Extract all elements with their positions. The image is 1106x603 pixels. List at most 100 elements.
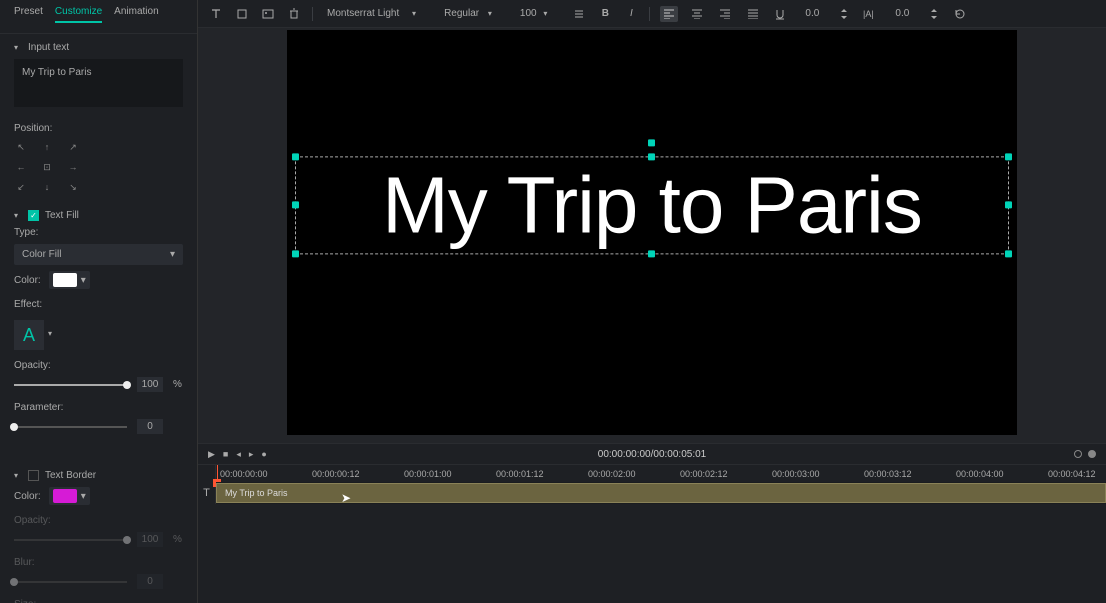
text-fill-label: Text Fill [45,210,79,221]
line-spacing-input[interactable]: 0.0 [888,8,916,19]
time-ruler[interactable]: 00:00:00:00 00:00:00:12 00:00:01:00 00:0… [216,465,1106,482]
text-fill-header[interactable]: ▾ ✓ Text Fill [14,210,183,221]
ruler-tick: 00:00:00:00 [220,469,268,479]
prev-frame-button[interactable]: ◂ [236,449,241,460]
font-size-select[interactable]: 100 ▾ [516,6,561,21]
underline-button[interactable] [772,6,788,22]
border-opacity-slider [14,539,127,541]
canvas-text[interactable]: My Trip to Paris [296,157,1008,253]
pos-top-left[interactable]: ↖ [14,140,28,154]
input-text-label: Input text [28,42,69,53]
handle-top-center[interactable] [648,153,655,160]
tab-animation[interactable]: Animation [114,6,158,23]
stop-button[interactable]: ■ [223,449,228,459]
text-border-checkbox[interactable] [28,470,39,481]
align-center-button[interactable] [688,6,706,22]
handle-bot-right[interactable] [1005,250,1012,257]
kerning-icon[interactable]: |A| [862,6,878,22]
text-border-header[interactable]: ▾ Text Border [14,470,183,481]
border-opacity-value: 100 [137,532,163,547]
tab-preset[interactable]: Preset [14,6,43,23]
input-text-header[interactable]: ▾ Input text [14,42,183,53]
bold-button[interactable]: B [597,6,613,22]
font-family-select[interactable]: Montserrat Light ▾ [323,6,430,21]
effect-label: Effect: [14,299,183,310]
handle-top-left[interactable] [292,153,299,160]
border-opacity-label: Opacity: [14,515,183,526]
preview-canvas[interactable]: My Trip to Paris [287,30,1017,435]
ruler-tick: 00:00:04:00 [956,469,1004,479]
marker-button[interactable]: ● [261,449,266,459]
refresh-icon[interactable] [952,6,968,22]
type-label: Type: [14,227,183,238]
parameter-value[interactable]: 0 [137,419,163,434]
pos-mid-left[interactable]: ← [14,160,28,174]
ruler-tick: 00:00:04:12 [1048,469,1096,479]
ruler-tick: 00:00:01:00 [404,469,452,479]
playhead[interactable] [217,465,218,482]
indent-icon[interactable] [571,6,587,22]
handle-mid-left[interactable] [292,201,299,208]
pos-bot-center[interactable]: ↓ [40,180,54,194]
canvas-area: My Trip to Paris [198,28,1106,443]
text-bounding-box[interactable]: My Trip to Paris [295,156,1009,254]
tab-customize[interactable]: Customize [55,6,102,23]
border-color-swatch [53,489,77,503]
opacity-value[interactable]: 100 [137,377,163,392]
fill-color-select[interactable]: ▾ [49,271,90,289]
letter-spacing-input[interactable]: 0.0 [798,8,826,19]
image-icon[interactable] [260,6,276,22]
text-track: T My Trip to Paris ➤ [198,482,1106,504]
ruler-row: 00:00:00:00 00:00:00:12 00:00:01:00 00:0… [198,464,1106,482]
zoom-in-button[interactable] [1088,450,1096,458]
text-clip[interactable]: My Trip to Paris ➤ [216,483,1106,503]
italic-button[interactable]: I [623,6,639,22]
chevron-down-icon: ▾ [543,9,547,18]
ruler-tick: 00:00:03:00 [772,469,820,479]
color-label: Color: [14,275,41,286]
pos-bot-right[interactable]: ↘ [66,180,80,194]
ruler-tick: 00:00:00:12 [312,469,360,479]
handle-top-right[interactable] [1005,153,1012,160]
handle-bot-center[interactable] [648,250,655,257]
pos-bot-left[interactable]: ↙ [14,180,28,194]
svg-text:|A|: |A| [863,9,874,19]
timecode-display: 00:00:00:00/00:00:05:01 [598,449,706,460]
play-button[interactable]: ▶ [208,449,215,460]
input-text-section: ▾ Input text My Trip to Paris [0,34,197,115]
cursor-icon: ➤ [341,491,351,505]
spacing-stepper-icon[interactable] [836,6,852,22]
pos-top-right[interactable]: ↗ [66,140,80,154]
parameter-slider[interactable] [14,426,127,428]
pos-mid-center[interactable]: ⊡ [40,160,54,174]
align-justify-button[interactable] [744,6,762,22]
zoom-out-button[interactable] [1074,450,1082,458]
pos-top-center[interactable]: ↑ [40,140,54,154]
border-color-select[interactable]: ▾ [49,487,90,505]
align-right-button[interactable] [716,6,734,22]
pos-mid-right[interactable]: → [66,160,80,174]
opacity-slider[interactable] [14,384,127,386]
crop-icon[interactable] [234,6,250,22]
text-track-body[interactable]: My Trip to Paris ➤ [216,482,1106,504]
font-weight-select[interactable]: Regular ▾ [440,6,506,21]
effect-preview[interactable]: A [14,320,44,350]
align-left-button[interactable] [660,6,678,22]
handle-rotate[interactable] [648,139,655,146]
parameter-label: Parameter: [14,402,183,413]
handle-mid-right[interactable] [1005,201,1012,208]
input-text-field[interactable]: My Trip to Paris [14,59,183,107]
text-fill-checkbox[interactable]: ✓ [28,210,39,221]
border-color-label: Color: [14,491,41,502]
clip-label: My Trip to Paris [225,488,288,498]
handle-bot-left[interactable] [292,250,299,257]
type-select[interactable]: Color Fill ▾ [14,244,183,265]
delete-icon[interactable] [286,6,302,22]
text-tool-icon[interactable] [208,6,224,22]
opacity-label: Opacity: [14,360,183,371]
spacing-stepper-icon[interactable] [926,6,942,22]
position-grid: ↖ ↑ ↗ ← ⊡ → ↙ ↓ ↘ [14,140,183,194]
next-frame-button[interactable]: ▸ [249,449,254,460]
ruler-tick: 00:00:03:12 [864,469,912,479]
text-toolbar: Montserrat Light ▾ Regular ▾ 100 ▾ B I 0… [198,0,1106,28]
